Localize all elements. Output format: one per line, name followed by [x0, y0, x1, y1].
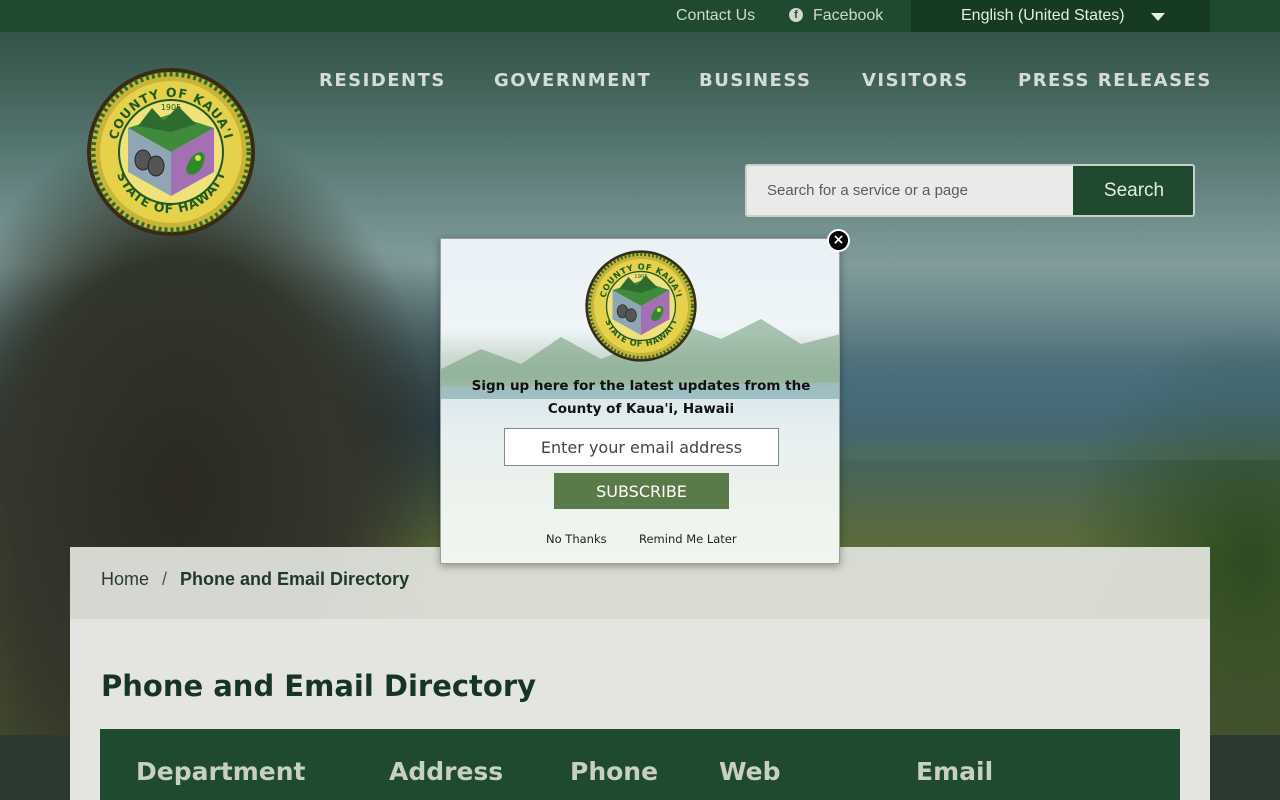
- close-icon[interactable]: ×: [827, 229, 850, 252]
- remind-me-later-link[interactable]: Remind Me Later: [639, 532, 737, 546]
- modal-seal-logo: COUNTY OF KAUA'I STATE OF HAWAI'I 1905: [585, 250, 697, 362]
- no-thanks-link[interactable]: No Thanks: [546, 532, 607, 546]
- modal-message: Sign up here for the latest updates from…: [471, 378, 811, 417]
- newsletter-modal: COUNTY OF KAUA'I STATE OF HAWAI'I 1905 S…: [440, 238, 840, 564]
- subscribe-button[interactable]: SUBSCRIBE: [554, 473, 729, 509]
- email-field[interactable]: [504, 428, 779, 466]
